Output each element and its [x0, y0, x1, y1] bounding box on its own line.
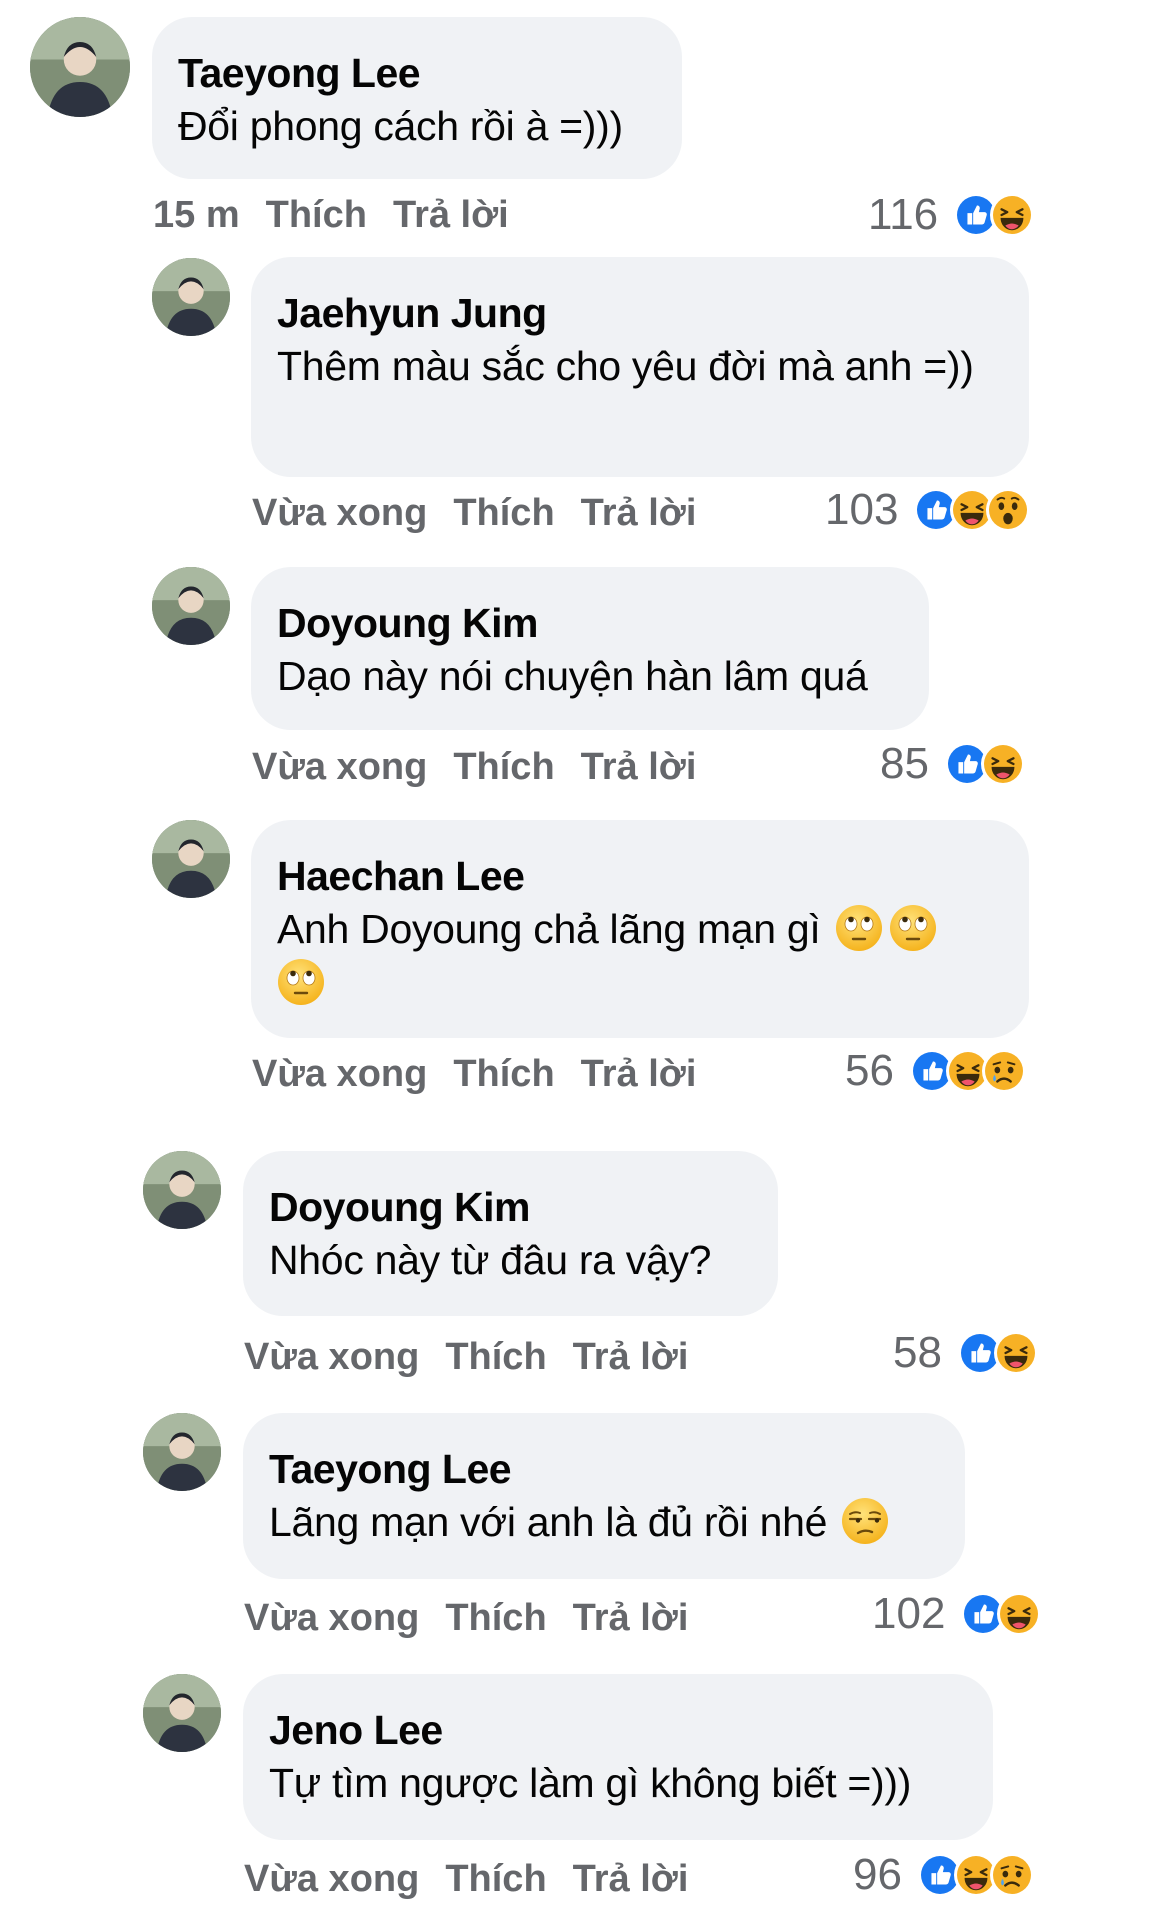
reply-button[interactable]: Trả lời — [573, 1858, 689, 1900]
comment-author[interactable]: Taeyong Lee — [178, 47, 656, 99]
haha-icon — [990, 193, 1035, 237]
comment-item: Jeno Lee Tự tìm ngược làm gì không biết … — [0, 0, 1163, 1900]
comment-text: Anh Doyoung chả lãng mạn gì — [277, 902, 997, 1010]
reaction-count: 56 — [845, 1046, 894, 1095]
reaction-count: 96 — [853, 1850, 902, 1899]
face-with-rolling-eyes-icon — [277, 958, 325, 1006]
comment-text-content: Anh Doyoung chả lãng mạn gì — [277, 906, 821, 952]
reply-button[interactable]: Trả lời — [573, 1597, 689, 1639]
like-button[interactable]: Thích — [453, 746, 554, 788]
comment-actions: Vừa xong Thích Trả lời — [244, 1597, 714, 1640]
comment-time: Vừa xong — [244, 1597, 420, 1639]
reaction-count: 116 — [868, 190, 939, 239]
comment-bubble: Taeyong Lee Lãng mạn với anh là đủ rồi n… — [243, 1413, 965, 1579]
reply-button[interactable]: Trả lời — [393, 194, 509, 236]
comment-actions: 15 m Thích Trả lời — [153, 194, 535, 237]
comment-author[interactable]: Doyoung Kim — [269, 1181, 752, 1233]
comment-author[interactable]: Jeno Lee — [269, 1704, 967, 1756]
like-button[interactable]: Thích — [453, 492, 554, 534]
reply-button[interactable]: Trả lời — [581, 1053, 697, 1095]
comment-time: Vừa xong — [244, 1858, 420, 1900]
comment-actions: Vừa xong Thích Trả lời — [252, 746, 722, 789]
comment-text: Nhóc này từ đâu ra vậy? — [269, 1237, 712, 1283]
comment-time: Vừa xong — [244, 1336, 420, 1378]
reaction-count: 58 — [893, 1328, 942, 1377]
like-button[interactable]: Thích — [266, 194, 367, 236]
face-with-rolling-eyes-icon — [835, 904, 883, 952]
haha-icon — [997, 1592, 1042, 1636]
reaction-count: 102 — [872, 1589, 946, 1638]
comment-actions: Vừa xong Thích Trả lời — [244, 1336, 714, 1379]
comment-bubble: Jaehyun Jung Thêm màu sắc cho yêu đời mà… — [251, 257, 1029, 477]
like-button[interactable]: Thích — [445, 1336, 546, 1378]
comment-text-content: Lãng mạn với anh là đủ rồi nhé — [269, 1499, 828, 1545]
comment-author[interactable]: Haechan Lee — [277, 850, 1003, 902]
reaction-summary[interactable]: 116 — [868, 190, 1035, 240]
reply-button[interactable]: Trả lời — [581, 746, 697, 788]
comment-bubble: Taeyong Lee Đổi phong cách rồi à =))) — [152, 17, 682, 179]
comment-author[interactable]: Jaehyun Jung — [277, 287, 1003, 339]
reaction-summary[interactable]: 102 — [872, 1589, 1042, 1639]
reaction-summary[interactable]: 85 — [880, 739, 1025, 789]
comment-actions: Vừa xong Thích Trả lời — [252, 492, 722, 535]
comment-text: Tự tìm ngược làm gì không biết =))) — [269, 1760, 912, 1806]
comment-time: Vừa xong — [252, 492, 428, 534]
unamused-face-icon — [841, 1497, 889, 1545]
comment-bubble: Doyoung Kim Dạo này nói chuyện hàn lâm q… — [251, 567, 929, 730]
comment-text: Dạo này nói chuyện hàn lâm quá — [277, 653, 868, 699]
wow-icon — [986, 488, 1031, 532]
avatar[interactable] — [152, 258, 230, 336]
comment-text: Thêm màu sắc cho yêu đời mà anh =)) — [277, 343, 974, 389]
sad-icon — [989, 1853, 1034, 1897]
comment-actions: Vừa xong Thích Trả lời — [252, 1053, 722, 1096]
avatar[interactable] — [152, 820, 230, 898]
like-button[interactable]: Thích — [445, 1597, 546, 1639]
avatar[interactable] — [152, 567, 230, 645]
comment-time: 15 m — [153, 194, 240, 236]
comment-text: Lãng mạn với anh là đủ rồi nhé — [269, 1495, 939, 1549]
comment-bubble: Jeno Lee Tự tìm ngược làm gì không biết … — [243, 1674, 993, 1840]
reaction-summary[interactable]: 103 — [825, 485, 1031, 535]
reaction-count: 103 — [825, 485, 899, 534]
reaction-count: 85 — [880, 739, 929, 788]
reaction-summary[interactable]: 96 — [853, 1850, 1034, 1900]
avatar[interactable] — [30, 17, 130, 117]
reply-button[interactable]: Trả lời — [581, 492, 697, 534]
comment-author[interactable]: Taeyong Lee — [269, 1443, 939, 1495]
comment-bubble: Haechan Lee Anh Doyoung chả lãng mạn gì — [251, 820, 1029, 1038]
reaction-summary[interactable]: 58 — [893, 1328, 1038, 1378]
face-with-rolling-eyes-icon — [889, 904, 937, 952]
comment-text: Đổi phong cách rồi à =))) — [178, 103, 623, 149]
like-button[interactable]: Thích — [453, 1053, 554, 1095]
haha-icon — [980, 742, 1025, 786]
avatar[interactable] — [143, 1413, 221, 1491]
avatar[interactable] — [143, 1674, 221, 1752]
haha-icon — [993, 1331, 1038, 1375]
sad-icon — [981, 1049, 1026, 1093]
comment-time: Vừa xong — [252, 746, 428, 788]
reaction-summary[interactable]: 56 — [845, 1046, 1026, 1096]
comment-author[interactable]: Doyoung Kim — [277, 597, 903, 649]
avatar[interactable] — [143, 1151, 221, 1229]
reply-button[interactable]: Trả lời — [573, 1336, 689, 1378]
comment-time: Vừa xong — [252, 1053, 428, 1095]
comment-actions: Vừa xong Thích Trả lời — [244, 1858, 714, 1901]
comment-bubble: Doyoung Kim Nhóc này từ đâu ra vậy? — [243, 1151, 778, 1316]
like-button[interactable]: Thích — [445, 1858, 546, 1900]
